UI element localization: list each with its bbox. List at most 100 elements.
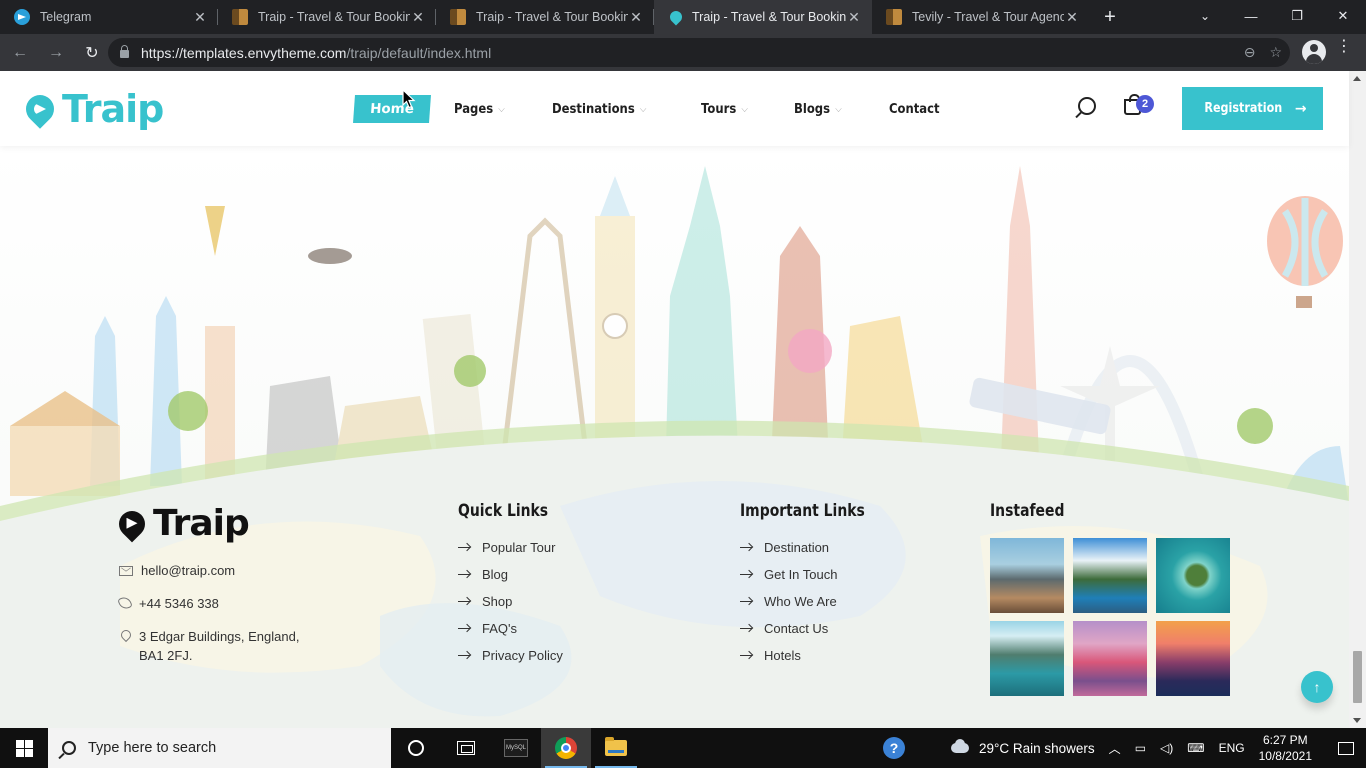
forward-button[interactable]: → (40, 37, 72, 69)
book-icon (232, 9, 248, 25)
mysql-icon: MySQL (504, 739, 528, 757)
registration-button[interactable]: Registration → (1182, 87, 1323, 130)
taskbar-app-chrome[interactable] (541, 728, 591, 768)
browser-tab-tevily[interactable]: Tevily - Travel & Tour Agency ✕ (872, 0, 1090, 34)
windows-taskbar: Type here to search MySQL ? 29°C Rain sh… (0, 728, 1366, 768)
site-header: Traip Home Pages ⌵ Destinations ⌵ Tours ⌵ B… (0, 71, 1349, 146)
footer-link-popular-tour[interactable]: Popular Tour (458, 534, 563, 561)
arrow-right-icon (740, 624, 753, 634)
footer-link-get-in-touch[interactable]: Get In Touch (740, 561, 837, 588)
task-view-icon (457, 741, 475, 755)
task-view-button[interactable] (441, 728, 491, 768)
instafeed-image-colorful-harbor[interactable] (1073, 621, 1147, 696)
footer-email[interactable]: hello@traip.com (119, 561, 235, 580)
browser-toolbar: ← → ↻ https://templates.envytheme.com/tr… (0, 34, 1366, 71)
restore-button[interactable]: ❐ (1274, 0, 1320, 32)
site-logo[interactable]: Traip (20, 87, 164, 131)
instafeed-image-rocky-beach[interactable] (990, 538, 1064, 613)
address-bar[interactable]: https://templates.envytheme.com/traip/de… (108, 38, 1290, 67)
bookmark-star-icon[interactable]: ☆ (1269, 44, 1282, 61)
notification-center-button[interactable] (1326, 728, 1366, 768)
zoom-icon[interactable]: ⊖ (1244, 44, 1256, 61)
clock-time: 6:27 PM (1262, 733, 1308, 747)
cortana-icon (408, 740, 424, 756)
weather-text[interactable]: 29°C Rain showers (979, 741, 1095, 756)
close-icon[interactable]: ✕ (1064, 9, 1080, 25)
telegram-icon (14, 9, 30, 25)
close-window-button[interactable]: ✕ (1320, 0, 1366, 32)
scroll-down-arrow-icon[interactable] (1353, 718, 1361, 723)
back-to-top-button[interactable]: ↑ (1301, 671, 1333, 703)
nav-item-pages[interactable]: Pages ⌵ (454, 95, 505, 123)
footer-link-faqs[interactable]: FAQ's (458, 615, 563, 642)
back-button[interactable]: ← (4, 37, 36, 69)
volume-icon[interactable]: ◁) (1160, 741, 1173, 755)
instafeed-image-fjord-mountains[interactable] (990, 621, 1064, 696)
nav-item-blogs[interactable]: Blogs ⌵ (794, 95, 842, 123)
clock[interactable]: 6:27 PM 10/8/2021 (1259, 732, 1312, 764)
chevron-up-icon[interactable]: ︿ (1109, 740, 1121, 757)
browser-tab-traip-2[interactable]: Traip - Travel & Tour Booking ✕ (436, 0, 654, 34)
taskbar-search-box[interactable]: Type here to search (48, 728, 391, 768)
taskbar-app-mysql[interactable]: MySQL (491, 728, 541, 768)
profile-avatar[interactable] (1302, 40, 1326, 64)
battery-icon[interactable]: ▭ (1135, 741, 1146, 755)
search-icon (62, 741, 76, 755)
instafeed-image-mountain-lake[interactable] (1073, 538, 1147, 613)
footer-link-blog[interactable]: Blog (458, 561, 563, 588)
arrow-right-icon (458, 543, 471, 553)
scrollbar-thumb[interactable] (1353, 651, 1362, 703)
arrow-right-icon (740, 597, 753, 607)
footer-link-destination[interactable]: Destination (740, 534, 837, 561)
mouse-cursor-icon (402, 89, 416, 109)
close-icon[interactable]: ✕ (846, 9, 862, 25)
reload-button[interactable]: ↻ (76, 37, 108, 69)
start-button[interactable] (0, 728, 48, 768)
browser-menu-icon[interactable]: ⋮ (1336, 39, 1352, 55)
footer-logo-text: Traip (153, 503, 250, 544)
close-icon[interactable]: ✕ (192, 9, 208, 25)
cortana-button[interactable] (391, 728, 441, 768)
search-icon[interactable] (1075, 97, 1096, 117)
arrow-right-icon (458, 570, 471, 580)
url-text[interactable]: https://templates.envytheme.com/traip/de… (141, 45, 491, 61)
page-scrollbar[interactable] (1349, 71, 1366, 728)
chevron-down-icon: ⌵ (639, 103, 647, 115)
browser-tab-traip-1[interactable]: Traip - Travel & Tour Booking ✕ (218, 0, 436, 34)
keyboard-icon[interactable]: ⌨ (1187, 741, 1204, 755)
browser-tab-traip-active[interactable]: Traip - Travel & Tour Booking ✕ (654, 0, 872, 34)
instafeed-title: Instafeed (990, 501, 1065, 521)
footer-logo[interactable]: Traip (113, 503, 250, 544)
instafeed-image-sunset-cliff[interactable] (1156, 621, 1230, 696)
nav-item-contact[interactable]: Contact (889, 95, 940, 123)
close-icon[interactable]: ✕ (410, 9, 426, 25)
clock-date: 10/8/2021 (1258, 749, 1312, 763)
instafeed-image-tropical-island[interactable] (1156, 538, 1230, 613)
nav-item-destinations[interactable]: Destinations ⌵ (552, 95, 646, 123)
chevron-down-icon: ⌵ (741, 103, 748, 115)
language-indicator[interactable]: ENG (1219, 741, 1245, 755)
footer-address: 3 Edgar Buildings, England, BA1 2FJ. (118, 627, 319, 665)
tab-title: Tevily - Travel & Tour Agency (912, 10, 1064, 24)
arrow-right-icon (458, 597, 471, 607)
weather-cloud-icon[interactable] (949, 739, 971, 757)
new-tab-button[interactable]: + (1090, 0, 1130, 34)
nav-item-tours[interactable]: Tours ⌵ (701, 95, 748, 123)
tab-title: Traip - Travel & Tour Booking (258, 10, 410, 24)
close-icon[interactable]: ✕ (628, 9, 644, 25)
taskbar-app-file-explorer[interactable] (591, 728, 641, 768)
chevron-down-icon: ⌵ (498, 103, 505, 115)
footer-link-contact-us[interactable]: Contact Us (740, 615, 837, 642)
browser-tab-telegram[interactable]: Telegram ✕ (0, 0, 218, 34)
scroll-up-arrow-icon[interactable] (1353, 76, 1361, 81)
minimize-button[interactable]: — (1228, 0, 1274, 32)
nav-item-home[interactable]: Home (353, 95, 431, 123)
footer-phone[interactable]: +44 5346 338 (117, 594, 219, 613)
footer-link-hotels[interactable]: Hotels (740, 642, 837, 669)
help-icon[interactable]: ? (882, 737, 905, 759)
footer-link-privacy-policy[interactable]: Privacy Policy (458, 642, 563, 669)
footer-link-who-we-are[interactable]: Who We Are (740, 588, 837, 615)
footer-link-shop[interactable]: Shop (458, 588, 563, 615)
tab-search-icon[interactable]: ⌄ (1190, 0, 1220, 32)
location-pin-icon (113, 505, 151, 542)
